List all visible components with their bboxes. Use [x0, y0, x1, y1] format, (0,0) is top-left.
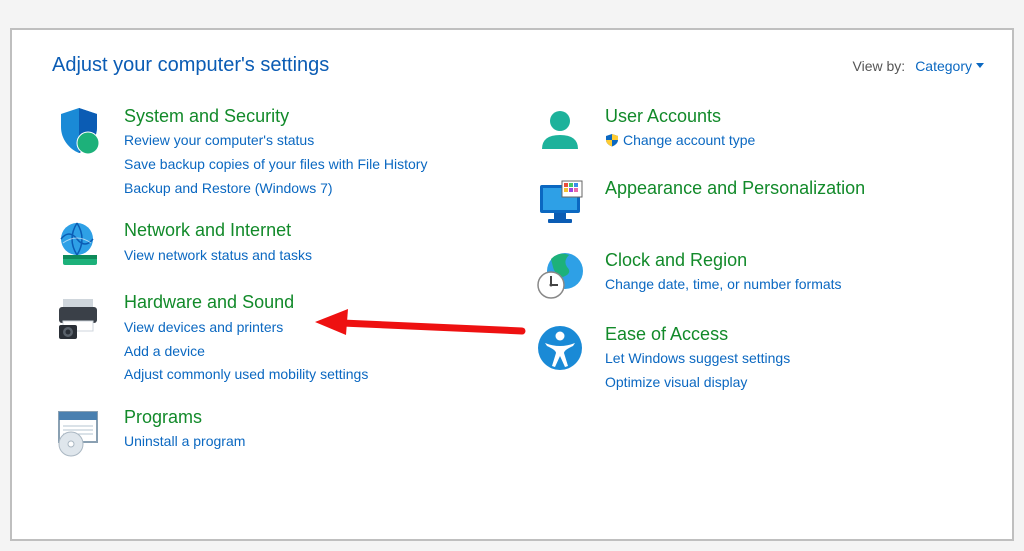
category-body: Hardware and Sound View devices and prin…	[124, 291, 368, 385]
category-body: Programs Uninstall a program	[124, 406, 245, 458]
category-title-link[interactable]: Programs	[124, 406, 245, 429]
page-title: Adjust your computer's settings	[52, 54, 329, 77]
personalization-monitor-icon	[533, 177, 587, 229]
link-add-a-device[interactable]: Add a device	[124, 341, 368, 363]
columns: System and Security Review your computer…	[52, 105, 984, 478]
left-column: System and Security Review your computer…	[52, 105, 503, 478]
link-change-account-type[interactable]: Change account type	[605, 130, 755, 154]
category-title-link[interactable]: Hardware and Sound	[124, 291, 368, 314]
control-panel-window: Adjust your computer's settings View by:…	[10, 28, 1014, 541]
category-system-and-security: System and Security Review your computer…	[52, 105, 503, 199]
link-text: Change account type	[623, 132, 755, 148]
category-ease-of-access: Ease of Access Let Windows suggest setti…	[533, 323, 984, 394]
category-title-link[interactable]: Appearance and Personalization	[605, 177, 865, 200]
clock-region-icon	[533, 249, 587, 303]
link-adjust-mobility-settings[interactable]: Adjust commonly used mobility settings	[124, 364, 368, 386]
uac-shield-icon	[605, 132, 619, 154]
category-programs: Programs Uninstall a program	[52, 406, 503, 458]
link-backup-restore-win7[interactable]: Backup and Restore (Windows 7)	[124, 178, 427, 200]
category-title-link[interactable]: Network and Internet	[124, 219, 312, 242]
category-title-link[interactable]: Ease of Access	[605, 323, 790, 346]
category-body: Appearance and Personalization	[605, 177, 865, 229]
category-title-link[interactable]: User Accounts	[605, 105, 755, 128]
link-optimize-visual-display[interactable]: Optimize visual display	[605, 372, 790, 394]
link-save-backup-file-history[interactable]: Save backup copies of your files with Fi…	[124, 154, 427, 176]
header-row: Adjust your computer's settings View by:…	[52, 54, 984, 77]
viewby-group: View by: Category	[853, 58, 984, 74]
category-network-and-internet: Network and Internet View network status…	[52, 219, 503, 271]
category-title-link[interactable]: Clock and Region	[605, 249, 842, 272]
link-let-windows-suggest-settings[interactable]: Let Windows suggest settings	[605, 348, 790, 370]
link-uninstall-a-program[interactable]: Uninstall a program	[124, 431, 245, 453]
viewby-label: View by:	[853, 58, 906, 74]
category-body: System and Security Review your computer…	[124, 105, 427, 199]
category-appearance-and-personalization: Appearance and Personalization	[533, 177, 984, 229]
category-clock-and-region: Clock and Region Change date, time, or n…	[533, 249, 984, 303]
viewby-dropdown[interactable]: Category	[915, 58, 984, 74]
link-change-date-time-formats[interactable]: Change date, time, or number formats	[605, 274, 842, 296]
ease-of-access-icon	[533, 323, 587, 394]
shield-security-icon	[52, 105, 106, 199]
category-body: Ease of Access Let Windows suggest setti…	[605, 323, 790, 394]
link-view-devices-printers[interactable]: View devices and printers	[124, 317, 368, 339]
category-body: Clock and Region Change date, time, or n…	[605, 249, 842, 303]
user-accounts-icon	[533, 105, 587, 157]
viewby-value-text: Category	[915, 58, 972, 74]
printer-hardware-icon	[52, 291, 106, 385]
link-view-network-status[interactable]: View network status and tasks	[124, 245, 312, 267]
category-body: Network and Internet View network status…	[124, 219, 312, 271]
right-column: User Accounts Change account type	[533, 105, 984, 478]
chevron-down-icon	[976, 63, 984, 68]
link-review-computer-status[interactable]: Review your computer's status	[124, 130, 427, 152]
category-hardware-and-sound: Hardware and Sound View devices and prin…	[52, 291, 503, 385]
category-title-link[interactable]: System and Security	[124, 105, 427, 128]
programs-disc-icon	[52, 406, 106, 458]
category-user-accounts: User Accounts Change account type	[533, 105, 984, 157]
category-body: User Accounts Change account type	[605, 105, 755, 157]
globe-network-icon	[52, 219, 106, 271]
